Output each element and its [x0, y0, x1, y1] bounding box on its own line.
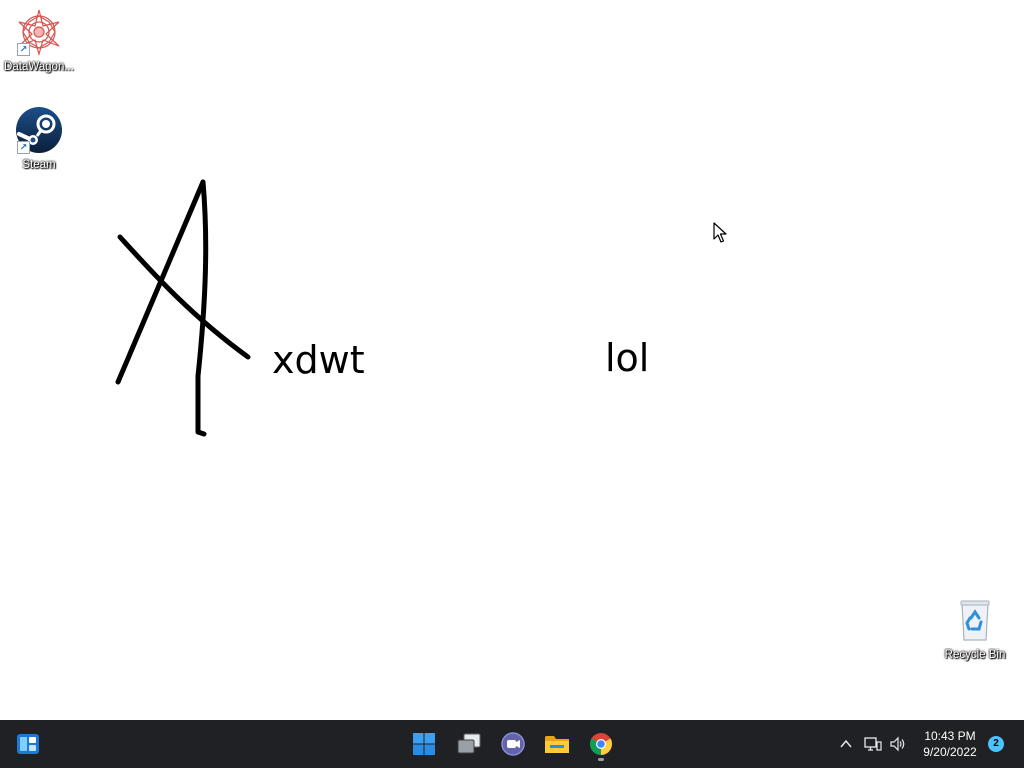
chrome-icon	[590, 733, 612, 755]
handdrawn-a-drawing	[115, 179, 251, 437]
shortcut-arrow-icon: ↗	[17, 43, 30, 56]
file-explorer-icon	[545, 736, 569, 753]
teams-chat-icon	[501, 732, 525, 756]
drawing-stroke-cross	[117, 234, 251, 360]
desktop-icon-label: DataWagon...	[4, 61, 74, 73]
datawagon-mandala-icon: ↗	[15, 8, 63, 57]
shortcut-arrow-icon: ↗	[17, 141, 30, 154]
chat-button[interactable]	[495, 726, 531, 762]
desktop-text-lol: lol	[605, 336, 650, 380]
desktop-icon-steam[interactable]: ↗ Steam	[0, 106, 78, 172]
desktop-icon-label: Recycle Bin	[944, 649, 1006, 661]
desktop-icon-recycle-bin[interactable]: Recycle Bin	[936, 596, 1014, 662]
volume-button[interactable]	[888, 734, 908, 754]
active-app-indicator	[598, 758, 604, 761]
task-view-icon	[457, 733, 481, 754]
network-button[interactable]	[863, 734, 883, 754]
network-icon	[864, 737, 882, 751]
chevron-up-icon	[840, 739, 852, 748]
widgets-icon	[17, 734, 39, 754]
desktop-text-xdwt: xdwt	[272, 338, 365, 382]
chrome-button[interactable]	[583, 726, 619, 762]
taskbar: 10:43 PM 9/20/2022 2	[0, 720, 1024, 768]
start-button[interactable]	[406, 726, 442, 762]
clock-time: 10:43 PM	[924, 729, 976, 743]
clock-button[interactable]: 10:43 PM 9/20/2022	[914, 728, 986, 760]
widgets-button[interactable]	[10, 726, 46, 762]
file-explorer-button[interactable]	[539, 726, 575, 762]
desktop-icon-datawagon[interactable]: ↗ DataWagon...	[0, 8, 78, 74]
clock-date: 9/20/2022	[923, 745, 977, 759]
volume-icon	[890, 736, 905, 752]
show-hidden-icons-button[interactable]	[836, 734, 856, 754]
task-view-button[interactable]	[451, 726, 487, 762]
recycle-bin-icon	[951, 596, 999, 644]
notification-badge[interactable]: 2	[988, 736, 1004, 752]
desktop[interactable]: xdwt lol ↗ DataWagon... ↗ Steam Recycle …	[0, 0, 1024, 720]
windows-start-icon	[413, 733, 435, 755]
drawing-stroke-right	[195, 179, 209, 437]
steam-icon: ↗	[15, 106, 63, 154]
mouse-cursor-icon	[713, 222, 727, 243]
desktop-icon-label: Steam	[22, 159, 56, 171]
